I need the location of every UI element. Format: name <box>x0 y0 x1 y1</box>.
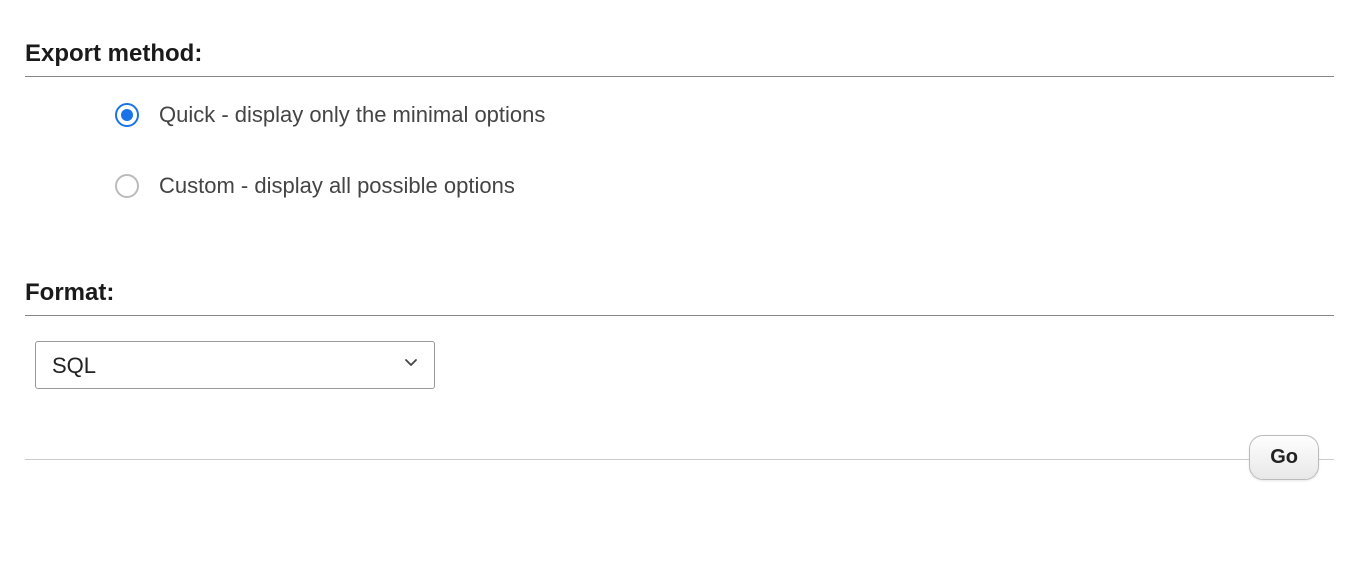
footer-row: Go <box>25 459 1334 514</box>
radio-button-custom[interactable] <box>115 174 139 198</box>
export-method-radio-group: Quick - display only the minimal options… <box>25 102 1334 239</box>
go-button[interactable]: Go <box>1249 435 1319 480</box>
export-method-heading: Export method: <box>25 40 1334 77</box>
radio-label-custom: Custom - display all possible options <box>159 173 515 199</box>
export-method-section: Export method: Quick - display only the … <box>25 40 1334 239</box>
radio-option-quick[interactable]: Quick - display only the minimal options <box>115 102 1334 128</box>
radio-label-quick: Quick - display only the minimal options <box>159 102 545 128</box>
format-select-wrap: SQL <box>35 341 435 389</box>
radio-button-quick[interactable] <box>115 103 139 127</box>
radio-dot-icon <box>121 109 133 121</box>
format-section: Format: SQL <box>25 279 1334 389</box>
format-heading: Format: <box>25 279 1334 316</box>
radio-option-custom[interactable]: Custom - display all possible options <box>115 173 1334 199</box>
format-select[interactable]: SQL <box>35 341 435 389</box>
